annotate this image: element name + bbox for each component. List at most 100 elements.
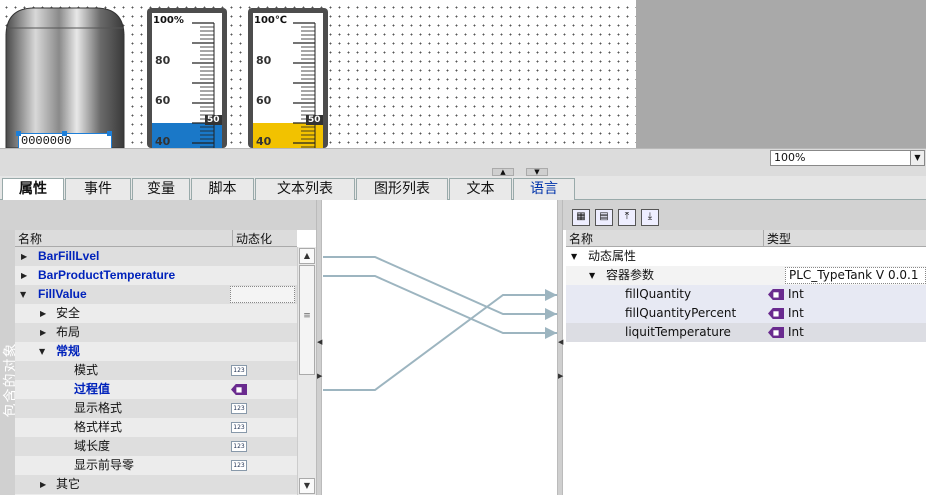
dynamic-cell[interactable]	[230, 286, 295, 303]
tree-item-label: 格式样式	[74, 420, 123, 434]
static-value-icon[interactable]: 123	[231, 403, 247, 414]
tree-item-label: 域长度	[74, 439, 111, 453]
tree-row[interactable]: ▶ 布局	[15, 323, 297, 342]
arrow-right-icon[interactable]: ▶	[558, 372, 563, 380]
add-dynamic-property-icon[interactable]: ▦	[572, 209, 590, 226]
bar-tick-label: 60	[256, 94, 272, 107]
tree-item-label: 动态属性	[588, 249, 637, 263]
tab-scripts[interactable]: 脚本	[191, 178, 254, 200]
expand-arrow-icon[interactable]: ▶	[21, 266, 27, 285]
selection-handle[interactable]	[62, 131, 67, 136]
static-value-icon[interactable]: 123	[231, 422, 247, 433]
move-down-icon[interactable]: ⤓	[641, 209, 659, 226]
column-dynamic[interactable]: 动态化	[232, 230, 272, 247]
column-name[interactable]: 名称	[566, 232, 593, 246]
collapse-arrow-icon[interactable]: ▼	[39, 342, 45, 361]
column-name[interactable]: 名称	[15, 232, 42, 246]
tab-text-lists[interactable]: 文本列表	[255, 178, 355, 200]
tree-row[interactable]: ▼ 常规	[15, 342, 297, 361]
left-splitter[interactable]: ◀ ▶	[316, 200, 322, 495]
tree-row[interactable]: ▼ 动态属性	[566, 247, 926, 266]
column-type[interactable]: 类型	[763, 230, 791, 247]
right-column-header: 名称 类型	[566, 230, 926, 247]
design-canvas[interactable]: 0000000 100% 80 60 40 50 100℃ 80 60 40 5…	[0, 0, 636, 148]
expand-arrow-icon[interactable]: ▶	[40, 475, 46, 494]
tree-item-label: 容器参数	[606, 268, 655, 282]
static-value-icon[interactable]: 123	[231, 460, 247, 471]
tag-icon: ◼	[768, 308, 784, 319]
static-value-icon[interactable]: 123	[231, 441, 247, 452]
add-parameter-icon[interactable]: ▤	[595, 209, 613, 226]
bar-tick-label: 80	[256, 54, 272, 67]
tree-item-label: 其它	[56, 477, 81, 491]
tree-row[interactable]: fillQuantityPercent ◼ Int	[566, 304, 926, 323]
interface-tree: ▼ 动态属性 ▼ 容器参数 PLC_TypeTank V 0.0.1 fillQ…	[566, 247, 926, 495]
tab-texts[interactable]: 文本	[449, 178, 512, 200]
collapse-arrow-icon[interactable]: ▼	[589, 266, 595, 285]
tree-row[interactable]: ▼ 容器参数 PLC_TypeTank V 0.0.1	[566, 266, 926, 285]
expand-down-icon[interactable]: ▼	[526, 168, 548, 176]
type-cell[interactable]: PLC_TypeTank V 0.0.1	[785, 267, 926, 284]
tree-item-label: 布局	[56, 325, 81, 339]
tree-item-label: 显示前导零	[74, 458, 135, 472]
tank-graphic[interactable]	[4, 6, 128, 148]
tree-row[interactable]: 显示前导零 123	[15, 456, 297, 475]
arrowhead-icon	[545, 289, 557, 301]
tab-events[interactable]: 事件	[65, 178, 131, 200]
tree-item-label: 常规	[56, 344, 81, 358]
tree-row[interactable]: 格式样式 123	[15, 418, 297, 437]
temperature-bar[interactable]: 100℃ 80 60 40 50	[248, 8, 328, 148]
collapse-arrow-icon[interactable]: ▼	[20, 285, 26, 304]
arrowhead-icon	[545, 308, 557, 320]
tree-item-label: liquitTemperature	[625, 325, 731, 339]
selection-handle[interactable]	[107, 131, 112, 136]
tree-item-label: 安全	[56, 306, 81, 320]
mapping-links	[323, 256, 557, 391]
arrow-left-icon[interactable]: ◀	[317, 338, 322, 346]
tree-item-label: BarFillLvel	[38, 249, 100, 263]
tree-row[interactable]: ▶ BarProductTemperature	[15, 266, 297, 285]
move-up-icon[interactable]: ⤒	[618, 209, 636, 226]
zoom-value: 100%	[774, 151, 806, 164]
collapse-arrow-icon[interactable]: ▼	[571, 247, 577, 266]
tree-row[interactable]: 过程值 ◼	[15, 380, 297, 399]
arrow-left-icon[interactable]: ◀	[558, 338, 563, 346]
type-value: Int	[788, 287, 804, 301]
tag-icon[interactable]: ◼	[231, 384, 247, 395]
tree-row[interactable]: liquitTemperature ◼ Int	[566, 323, 926, 342]
fill-level-bar[interactable]: 100% 80 60 40 50	[147, 8, 227, 148]
bar-value-label: 50	[306, 115, 323, 125]
bar-tick-label: 80	[155, 54, 171, 67]
static-value-icon[interactable]: 123	[231, 365, 247, 376]
contained-objects-sidebar[interactable]: 包含的对象	[0, 230, 19, 495]
tab-graphic-lists[interactable]: 图形列表	[356, 178, 448, 200]
tree-row[interactable]: fillQuantity ◼ Int	[566, 285, 926, 304]
tree-row[interactable]: ▶ BarFillLvel	[15, 247, 297, 266]
collapse-up-icon[interactable]: ▲	[492, 168, 514, 176]
tree-row[interactable]: 显示格式 123	[15, 399, 297, 418]
tree-row[interactable]: 模式 123	[15, 361, 297, 380]
tab-properties[interactable]: 属性	[2, 178, 64, 201]
scroll-thumb[interactable]: ≡	[299, 265, 315, 375]
expand-arrow-icon[interactable]: ▶	[21, 247, 27, 266]
tab-languages[interactable]: 语言	[513, 178, 575, 200]
tree-row[interactable]: 域长度 123	[15, 437, 297, 456]
right-splitter[interactable]: ◀ ▶	[557, 200, 563, 495]
bar-tick-label: 40	[155, 135, 171, 148]
expand-arrow-icon[interactable]: ▶	[40, 323, 46, 342]
arrow-right-icon[interactable]: ▶	[317, 372, 322, 380]
scale-ticks	[293, 22, 316, 148]
left-column-header: 名称 动态化	[15, 230, 297, 247]
chevron-down-icon[interactable]: ▼	[910, 151, 924, 165]
tree-row[interactable]: ▶ 其它	[15, 475, 297, 494]
zoom-select[interactable]: 100% ▼	[770, 150, 925, 166]
tree-row[interactable]: ▶ 安全	[15, 304, 297, 323]
scroll-down-icon[interactable]: ▼	[299, 478, 315, 494]
tab-tags[interactable]: 变量	[132, 178, 190, 200]
tree-row[interactable]: ▼ FillValue	[15, 285, 297, 304]
expand-arrow-icon[interactable]: ▶	[40, 304, 46, 323]
scroll-up-icon[interactable]: ▲	[299, 248, 315, 264]
left-scrollbar[interactable]: ▲ ≡ ▼	[297, 247, 316, 495]
selection-handle[interactable]	[16, 131, 21, 136]
left-panel-header	[0, 200, 316, 230]
